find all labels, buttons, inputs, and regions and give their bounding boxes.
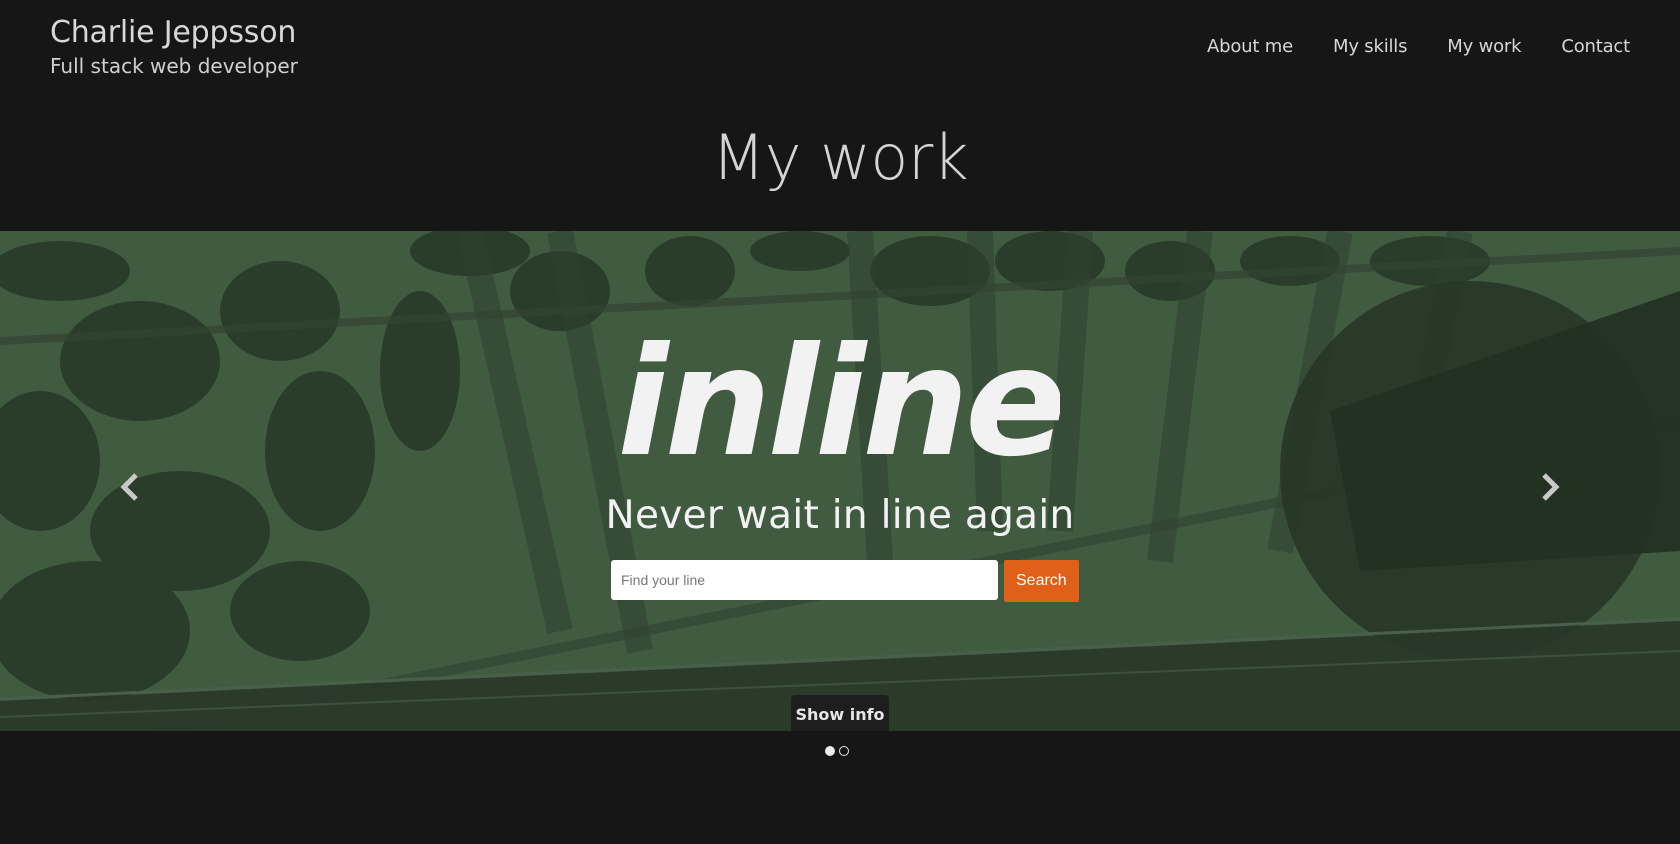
carousel-indicators	[825, 746, 849, 756]
nav-item-my-skills[interactable]: My skills	[1333, 36, 1407, 57]
carousel-indicator-2[interactable]	[839, 746, 849, 756]
search-button[interactable]: Search	[1004, 560, 1079, 602]
site-owner-name: Charlie Jeppsson	[50, 15, 297, 50]
nav-item-my-work[interactable]: My work	[1447, 36, 1521, 57]
show-info-button[interactable]: Show info	[791, 695, 889, 731]
chevron-left-icon	[120, 473, 138, 501]
slide-search-form: Search	[611, 560, 1079, 602]
page-title: My work	[711, 121, 969, 194]
main-nav: About me My skills My work Contact	[1207, 36, 1630, 57]
slide-tagline: Never wait in line again	[605, 493, 1075, 538]
site-brand: Charlie Jeppsson Full stack web develope…	[50, 14, 298, 79]
svg-text:inline: inline	[620, 326, 1060, 476]
find-line-input[interactable]	[611, 560, 998, 600]
nav-item-about-me[interactable]: About me	[1207, 36, 1293, 57]
work-carousel: inline Never wait in line again Search S…	[0, 231, 1680, 731]
carousel-indicator-1[interactable]	[825, 746, 835, 756]
site-owner-role: Full stack web developer	[50, 54, 298, 78]
carousel-next-button[interactable]	[1530, 467, 1570, 507]
carousel-prev-button[interactable]	[110, 467, 150, 507]
nav-item-contact[interactable]: Contact	[1561, 36, 1630, 57]
inline-logo: inline	[620, 326, 1060, 476]
chevron-right-icon	[1542, 473, 1560, 501]
slide-color-overlay	[0, 231, 1680, 731]
